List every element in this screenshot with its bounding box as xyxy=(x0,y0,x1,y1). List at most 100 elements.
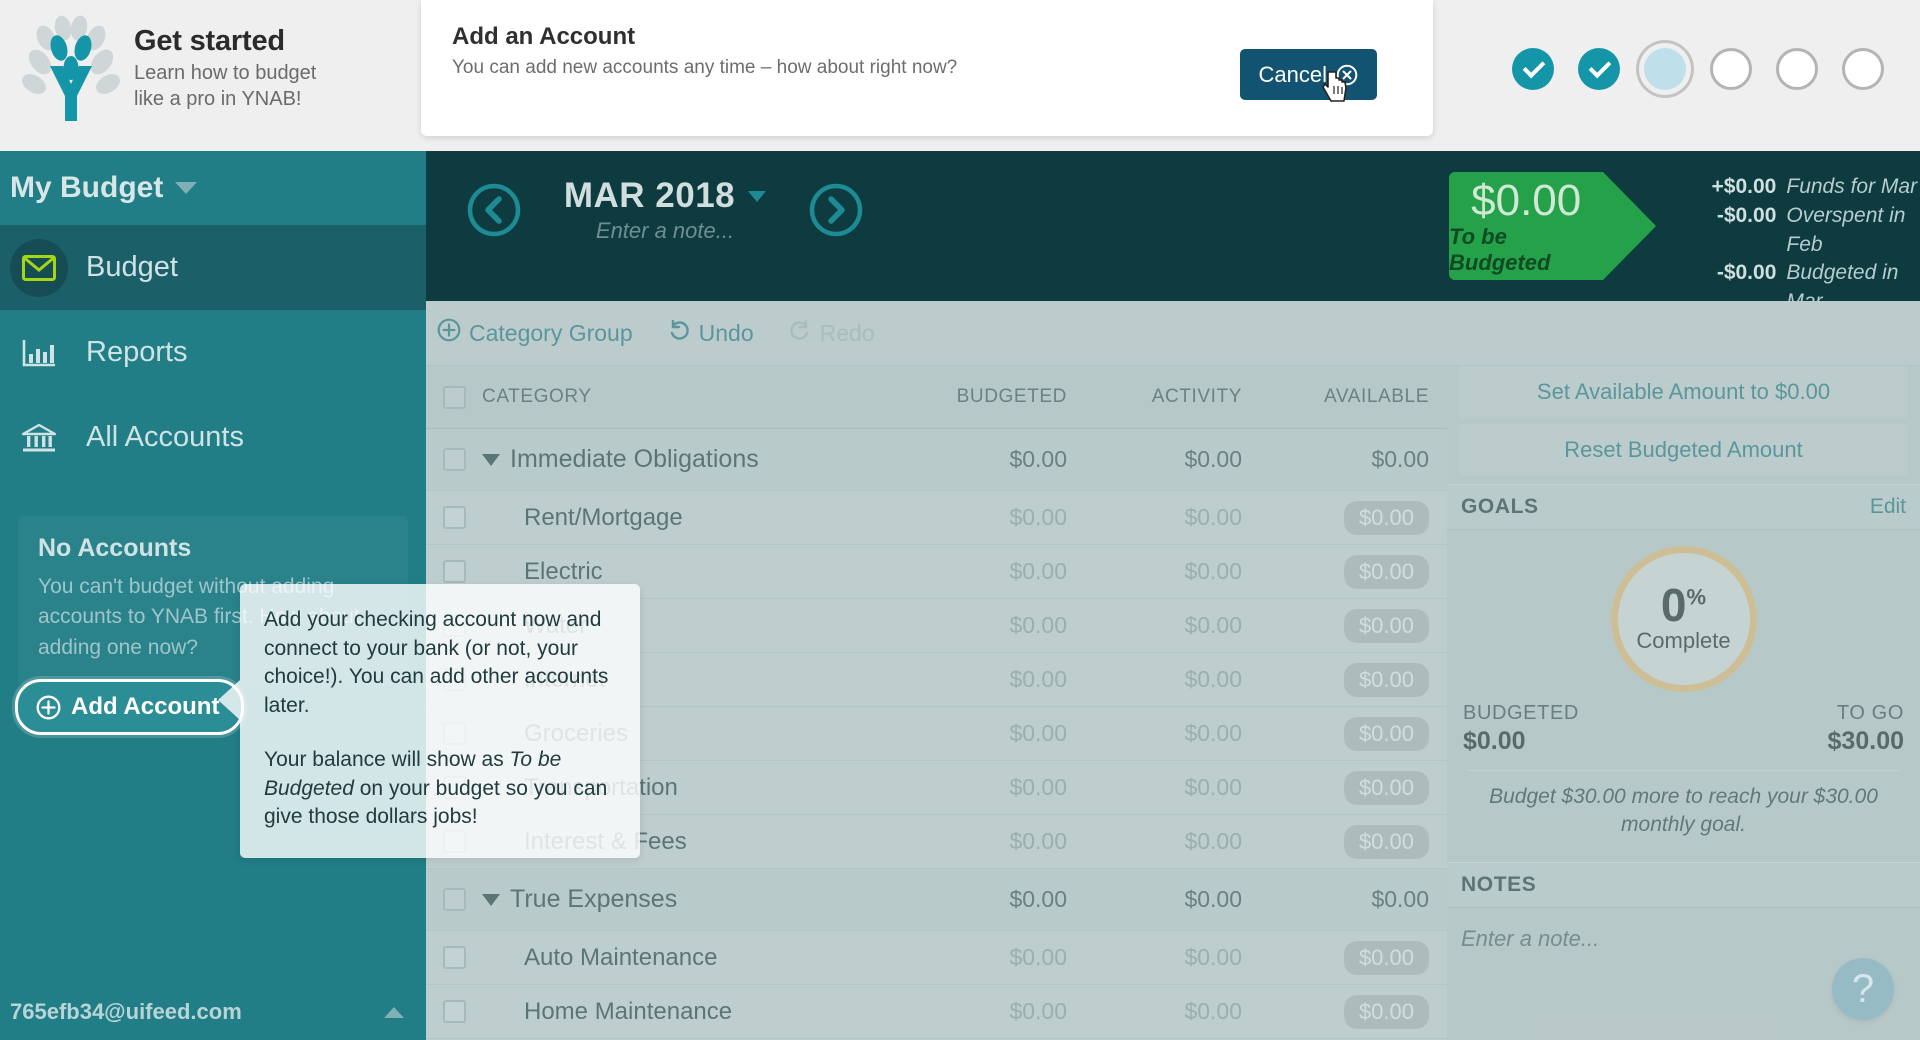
to-be-budgeted-button[interactable]: $0.00 To be Budgeted xyxy=(1449,172,1657,280)
budgeted-cell[interactable]: $0.00 xyxy=(892,998,1067,1025)
activity-cell[interactable]: $0.00 xyxy=(1067,446,1242,473)
category-name-cell[interactable]: Auto Maintenance xyxy=(482,944,892,972)
activity-cell[interactable]: $0.00 xyxy=(1067,612,1242,639)
cancel-button-label: Cancel xyxy=(1258,61,1327,87)
row-checkbox[interactable] xyxy=(442,946,466,969)
sidebar-item-budget[interactable]: Budget xyxy=(0,225,426,310)
progress-step-6-empty[interactable] xyxy=(1842,48,1884,90)
budgeted-cell[interactable]: $0.00 xyxy=(892,774,1067,801)
available-cell: $0.00 xyxy=(1242,608,1447,643)
budget-switcher[interactable]: My Budget xyxy=(0,151,426,225)
row-checkbox[interactable] xyxy=(442,888,466,911)
progress-step-5-empty[interactable] xyxy=(1776,48,1818,90)
category-name-cell[interactable]: Rent/Mortgage xyxy=(482,504,892,532)
category-name-cell[interactable]: Home Maintenance xyxy=(482,998,892,1026)
category-name-cell[interactable]: True Expenses xyxy=(482,885,892,914)
activity-cell[interactable]: $0.00 xyxy=(1067,886,1242,913)
available-cell: $0.00 xyxy=(1242,940,1447,975)
no-accounts-title: No Accounts xyxy=(38,534,192,562)
redo-arrow-icon xyxy=(788,318,812,348)
user-account-footer[interactable]: 765efb34@uifeed.com xyxy=(0,984,426,1040)
budgeted-cell[interactable]: $0.00 xyxy=(892,612,1067,639)
budgeted-cell[interactable]: $0.00 xyxy=(892,720,1067,747)
available-badge[interactable]: $0.00 xyxy=(1343,554,1429,589)
chevron-left-circle-icon[interactable] xyxy=(466,182,522,238)
chevron-right-circle-icon[interactable] xyxy=(808,182,864,238)
available-badge[interactable]: $0.00 xyxy=(1343,716,1429,751)
collapse-triangle-icon[interactable] xyxy=(482,893,500,906)
activity-cell[interactable]: $0.00 xyxy=(1067,944,1242,971)
category-name: Auto Maintenance xyxy=(524,943,718,971)
progress-step-1-done[interactable] xyxy=(1512,48,1554,90)
goal-to-go-label: TO GO xyxy=(1836,702,1904,724)
progress-step-4-empty[interactable] xyxy=(1710,48,1752,90)
cancel-button[interactable]: Cancel xyxy=(1239,49,1377,100)
available-badge[interactable]: $0.00 xyxy=(1343,994,1429,1029)
goal-to-go-value: $30.00 xyxy=(1827,727,1904,755)
budgeted-cell[interactable]: $0.00 xyxy=(892,504,1067,531)
row-checkbox[interactable] xyxy=(442,448,466,471)
add-category-group-button[interactable]: Category Group xyxy=(437,318,633,348)
available-badge[interactable]: $0.00 xyxy=(1343,500,1429,535)
bar-chart-icon xyxy=(10,324,68,382)
available-badge[interactable]: $0.00 xyxy=(1343,824,1429,859)
table-row-group[interactable]: True Expenses $0.00 $0.00 $0.00 xyxy=(426,869,1447,931)
undo-button[interactable]: Undo xyxy=(667,318,754,348)
column-header-activity: ACTIVITY xyxy=(1151,386,1242,407)
budgeted-cell[interactable]: $0.00 xyxy=(892,666,1067,693)
table-row[interactable]: Rent/Mortgage $0.00 $0.00 $0.00 xyxy=(426,491,1447,545)
activity-cell[interactable]: $0.00 xyxy=(1067,666,1242,693)
available-cell: $0.00 xyxy=(1371,446,1429,472)
add-account-button[interactable]: Add Account xyxy=(15,679,245,735)
category-name-cell[interactable]: Immediate Obligations xyxy=(482,445,892,474)
activity-cell[interactable]: $0.00 xyxy=(1067,998,1242,1025)
available-badge[interactable]: $0.00 xyxy=(1343,770,1429,805)
row-checkbox[interactable] xyxy=(442,506,466,529)
available-cell: $0.00 xyxy=(1242,994,1447,1029)
add-category-group-label: Category Group xyxy=(469,319,633,346)
table-row-group[interactable]: Immediate Obligations $0.00 $0.00 $0.00 xyxy=(426,429,1447,491)
current-month-block[interactable]: MAR 2018 Enter a note... xyxy=(540,176,790,244)
brand-block: Get started Learn how to budget like a p… xyxy=(18,14,316,124)
available-badge[interactable]: $0.00 xyxy=(1343,662,1429,697)
budgeted-cell[interactable]: $0.00 xyxy=(892,558,1067,585)
reset-budgeted-amount-button[interactable]: Reset Budgeted Amount xyxy=(1459,424,1908,476)
month-note-input[interactable]: Enter a note... xyxy=(540,218,790,244)
table-row[interactable]: Auto Maintenance $0.00 $0.00 $0.00 xyxy=(426,931,1447,985)
category-name: Home Maintenance xyxy=(524,997,733,1025)
activity-cell[interactable]: $0.00 xyxy=(1067,504,1242,531)
top-bar: Get started Learn how to budget like a p… xyxy=(0,0,1920,151)
set-available-amount-button[interactable]: Set Available Amount to $0.00 xyxy=(1459,366,1908,418)
progress-step-2-done[interactable] xyxy=(1578,48,1620,90)
budgeted-cell[interactable]: $0.00 xyxy=(892,944,1067,971)
available-badge[interactable]: $0.00 xyxy=(1343,940,1429,975)
activity-cell[interactable]: $0.00 xyxy=(1067,774,1242,801)
undo-arrow-icon xyxy=(667,318,691,348)
budgeted-cell[interactable]: $0.00 xyxy=(892,828,1067,855)
modal-title: Add an Account xyxy=(452,23,636,50)
row-checkbox[interactable] xyxy=(442,560,466,583)
collapse-triangle-icon[interactable] xyxy=(482,453,500,466)
progress-step-3-active[interactable] xyxy=(1644,48,1686,90)
activity-cell[interactable]: $0.00 xyxy=(1067,720,1242,747)
month-navigation: MAR 2018 Enter a note... xyxy=(466,176,864,244)
sidebar-item-reports[interactable]: Reports xyxy=(0,310,426,395)
plus-circle-icon xyxy=(437,318,461,348)
category-name-cell[interactable]: Electric xyxy=(482,558,892,586)
goals-edit-button[interactable]: Edit xyxy=(1870,495,1906,519)
select-all-checkbox[interactable] xyxy=(442,385,466,409)
sidebar-item-all-accounts[interactable]: All Accounts xyxy=(0,395,426,480)
table-row[interactable]: Home Maintenance $0.00 $0.00 $0.00 xyxy=(426,985,1447,1039)
budgeted-cell[interactable]: $0.00 xyxy=(892,886,1067,913)
notes-input[interactable]: Enter a note... xyxy=(1447,908,1920,952)
row-checkbox[interactable] xyxy=(442,1000,466,1023)
goal-progress-ring: 0% Complete xyxy=(1610,546,1757,692)
available-badge[interactable]: $0.00 xyxy=(1343,608,1429,643)
activity-cell[interactable]: $0.00 xyxy=(1067,558,1242,585)
activity-cell[interactable]: $0.00 xyxy=(1067,828,1242,855)
goals-section-header: GOALS Edit xyxy=(1447,484,1920,530)
budgeted-cell[interactable]: $0.00 xyxy=(892,446,1067,473)
redo-button: Redo xyxy=(788,318,875,348)
question-mark-icon[interactable]: ? xyxy=(1832,958,1894,1020)
brand-subtitle-line1: Learn how to budget xyxy=(134,62,317,85)
